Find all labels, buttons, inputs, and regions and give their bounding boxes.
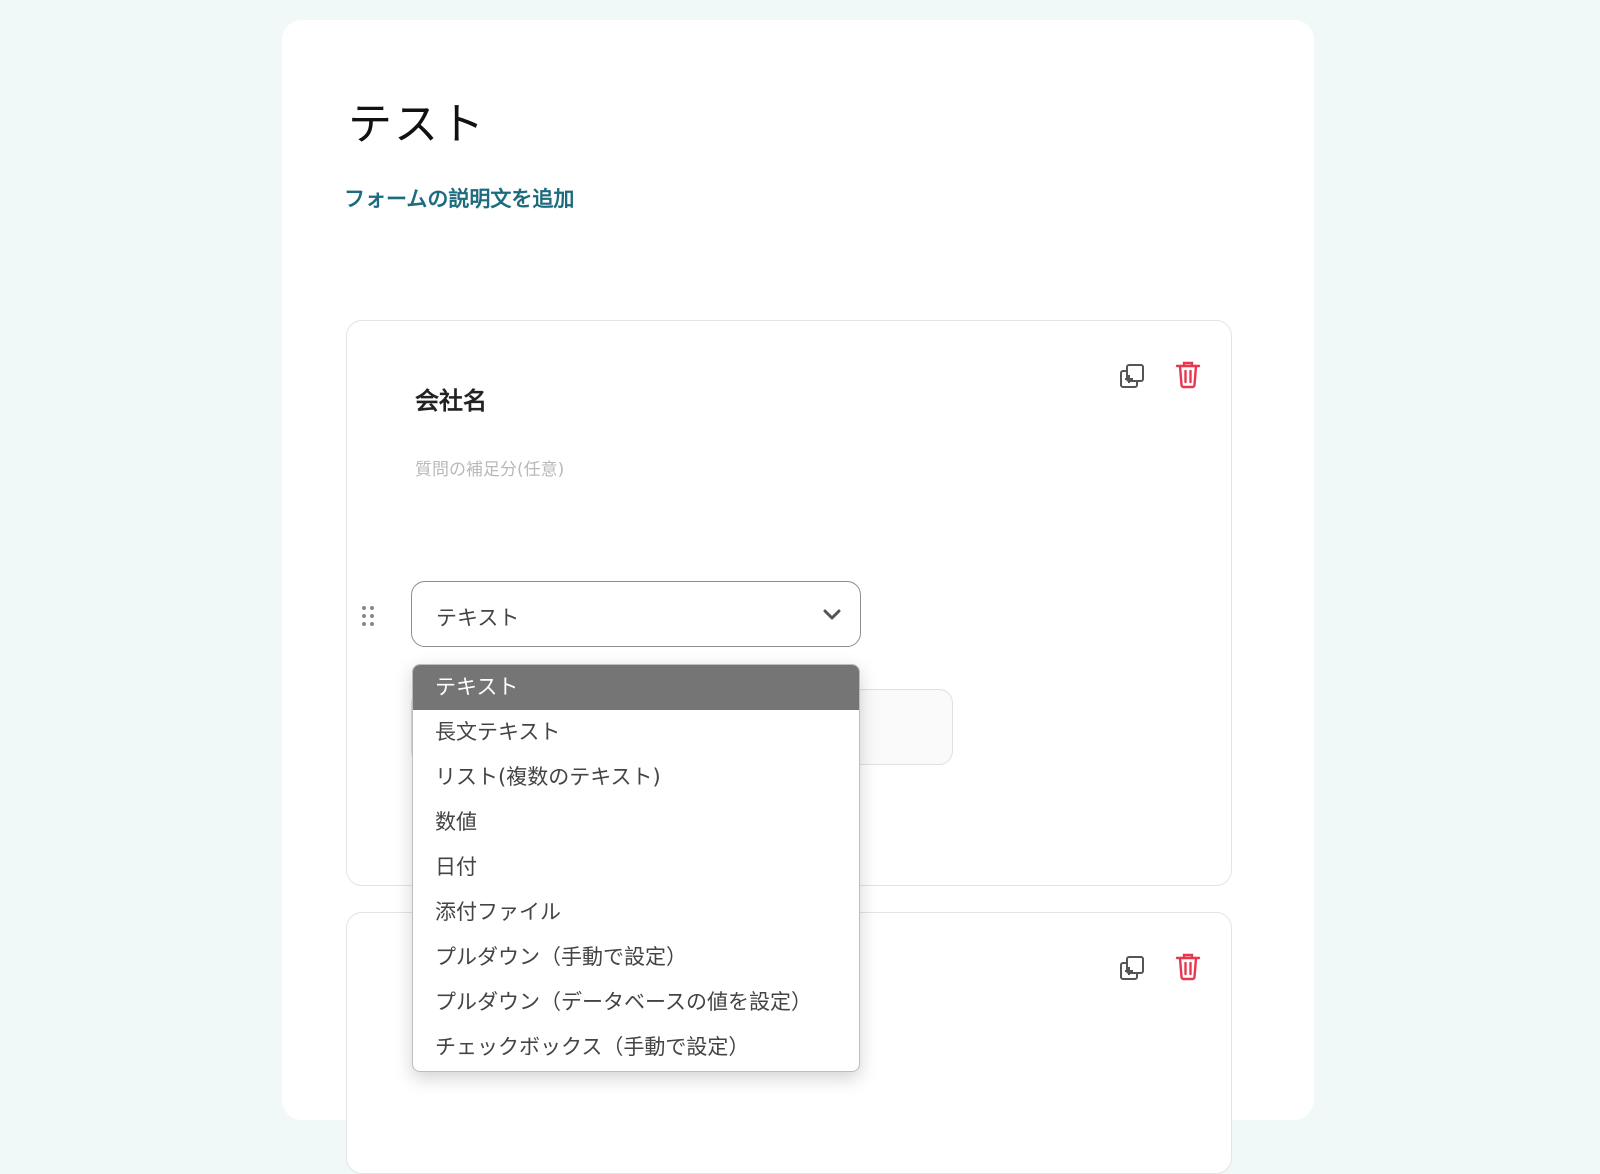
dropdown-option-checkbox-manual[interactable]: チェックボックス（手動で設定） bbox=[413, 1025, 859, 1070]
dropdown-option-pulldown-database[interactable]: プルダウン（データベースの値を設定） bbox=[413, 980, 859, 1025]
chevron-down-icon bbox=[823, 609, 841, 620]
trash-icon bbox=[1175, 953, 1201, 981]
form-title[interactable]: テスト bbox=[348, 88, 486, 152]
question-type-select[interactable]: テキスト bbox=[411, 581, 861, 647]
dropdown-option-number[interactable]: 数値 bbox=[413, 800, 859, 845]
trash-icon bbox=[1175, 361, 1201, 389]
question-type-value: テキスト bbox=[436, 606, 520, 630]
question-type-dropdown[interactable]: テキスト 長文テキスト リスト(複数のテキスト) 数値 日付 添付ファイル プル… bbox=[412, 664, 860, 1072]
dropdown-option-long-text[interactable]: 長文テキスト bbox=[413, 710, 859, 755]
dropdown-option-pulldown-manual[interactable]: プルダウン（手動で設定） bbox=[413, 935, 859, 980]
delete-question-button[interactable] bbox=[1171, 357, 1205, 391]
duplicate-question-button[interactable] bbox=[1115, 359, 1149, 393]
copy-add-icon bbox=[1120, 364, 1144, 388]
dropdown-option-attachment[interactable]: 添付ファイル bbox=[413, 890, 859, 935]
duplicate-question-button[interactable] bbox=[1115, 951, 1149, 985]
question-hint-input[interactable]: 質問の補足分(任意) bbox=[415, 455, 564, 480]
dropdown-option-list[interactable]: リスト(複数のテキスト) bbox=[413, 755, 859, 800]
dropdown-option-date[interactable]: 日付 bbox=[413, 845, 859, 890]
drag-handle-icon[interactable] bbox=[361, 605, 375, 627]
delete-question-button[interactable] bbox=[1171, 949, 1205, 983]
dropdown-option-text[interactable]: テキスト bbox=[413, 665, 859, 710]
question-title[interactable]: 会社名 bbox=[415, 381, 487, 416]
add-description-link[interactable]: フォームの説明文を追加 bbox=[344, 183, 574, 213]
copy-add-icon bbox=[1120, 956, 1144, 980]
